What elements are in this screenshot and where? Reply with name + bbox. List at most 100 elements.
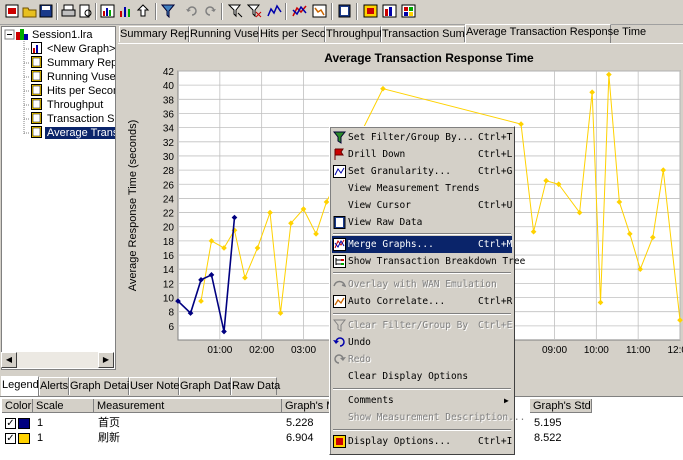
redo-icon[interactable] [202,3,218,19]
tree-item-new-graph[interactable]: <New Graph> [31,42,115,56]
menu-item-view-measurement-trends[interactable]: View Measurement Trends [332,180,512,197]
x-tick-label: 03:00 [291,345,316,356]
tab-hits-per-second[interactable]: Hits per Second [259,26,338,42]
tree-label: Average Transact [45,127,115,139]
chart-title: Average Transaction Response Time [324,51,534,65]
tree-item-summary-report[interactable]: Summary Report [31,56,115,70]
merge-graphs-icon[interactable] [291,3,307,19]
tab-average-transaction-response-time[interactable]: Average Transaction Response Time [465,24,646,43]
column-header-graph-min[interactable]: Graph's Min [282,399,330,413]
column-header-color[interactable]: Color [2,399,33,413]
rawdata-icon [333,216,346,229]
menu-item-comments[interactable]: Comments ▶ [332,392,512,409]
tab-alerts[interactable]: Alerts [39,377,69,395]
report-icon [31,56,42,68]
new-session-icon[interactable] [4,3,20,19]
menu-label: Clear Display Options [348,371,469,382]
tree-icon [333,255,346,268]
open-folder-icon[interactable] [21,3,37,19]
menu-item-clear-display-options[interactable]: Clear Display Options [332,368,512,385]
add-graph-icon[interactable] [99,3,115,19]
tab-transaction-summary[interactable]: Transaction Summary [381,26,489,42]
menu-item-undo[interactable]: Undo [332,334,512,351]
menu-item-merge-graphs[interactable]: Merge Graphs... Ctrl+M [332,236,512,253]
menu-item-show-breakdown-tree[interactable]: Show Transaction Breakdown Tree [332,253,525,270]
tree-horizontal-scrollbar[interactable]: ◀ ▶ [1,352,114,368]
y-tick-label: 24 [163,194,175,205]
menu-label: Set Filter/Group By... [348,132,474,143]
tab-user-notes[interactable]: User Notes [129,377,185,395]
tab-summary-report[interactable]: Summary Report [119,26,203,42]
menu-item-set-granularity[interactable]: Set Granularity... Ctrl+G [332,163,512,180]
report-icon[interactable] [336,3,352,19]
save-icon[interactable] [38,3,54,19]
tab-throughput[interactable]: Throughput [325,26,382,42]
overlay-icon [333,280,346,288]
menu-item-display-options[interactable]: Display Options... Ctrl+I [332,433,512,450]
tab-running-vusers[interactable]: Running Vusers [189,26,268,42]
scale-cell: 1 [37,432,44,444]
tree-item-running-vusers[interactable]: Running Vusers [31,70,115,84]
scroll-left-icon[interactable]: ◀ [1,352,17,368]
filter-icon [333,131,346,144]
tab-graph-details[interactable]: Graph Details [69,377,137,395]
scroll-right-icon[interactable]: ▶ [98,352,114,368]
tab-raw-data[interactable]: Raw Data [231,377,280,395]
graph-tabs: Summary Report Running Vusers Hits per S… [118,24,683,43]
submenu-arrow-icon: ▶ [504,396,509,405]
redo-icon [334,354,346,364]
tree-label: Transaction Summ [47,113,115,125]
tab-legend[interactable]: Legend [1,376,39,396]
tree-item-transaction-summary[interactable]: Transaction Summ [31,112,115,126]
menu-label: Clear Filter/Group By [348,320,469,331]
display-options-icon [333,435,346,448]
y-tick-label: 36 [163,109,175,120]
menu-item-view-cursor[interactable]: View Cursor Ctrl+U [332,197,512,214]
color-swatch[interactable] [18,433,30,444]
tree-item-throughput[interactable]: Throughput [31,98,105,112]
y-tick-label: 38 [163,95,175,106]
row-checkbox[interactable]: ✓ [5,433,16,444]
menu-label: View Raw Data [348,217,423,228]
set-filter-icon[interactable] [227,3,243,19]
correlate-icon[interactable] [311,3,327,19]
y-tick-label: 26 [163,180,175,191]
report-icon [31,84,42,96]
granularity-icon[interactable] [266,3,282,19]
html-report-icon[interactable] [362,3,378,19]
menu-shortcut: Ctrl+I [478,436,513,447]
export-icon[interactable] [135,3,151,19]
filter-icon[interactable] [160,3,176,19]
undo-icon[interactable] [184,3,200,19]
undo-icon [333,337,345,347]
column-header-scale[interactable]: Scale [33,399,94,413]
clear-filter-icon[interactable] [246,3,262,19]
menu-item-set-filter[interactable]: Set Filter/Group By... Ctrl+T [332,129,512,146]
report-icon [31,70,42,82]
tab-graph-data[interactable]: Graph Data [179,377,237,395]
context-menu: Set Filter/Group By... Ctrl+T Drill Down C… [329,126,525,455]
crystal-report-icon[interactable] [400,3,416,19]
menu-label: Display Options... [348,436,451,447]
menu-item-view-raw-data[interactable]: View Raw Data [332,214,512,231]
column-header-measurement[interactable]: Measurement [94,399,282,413]
tree-item-average-transaction[interactable]: Average Transact [31,126,115,140]
tree-item-hits-per-second[interactable]: Hits per Second [31,84,115,98]
y-tick-label: 22 [163,209,175,220]
menu-label: Show Transaction Breakdown Tree [348,256,526,267]
y-tick-label: 12 [163,279,175,290]
menu-item-auto-correlate[interactable]: Auto Correlate... Ctrl+R [332,293,512,310]
menu-item-drill-down[interactable]: Drill Down Ctrl+L [332,146,512,163]
clear-filter-icon [333,319,346,332]
print-preview-icon[interactable] [77,3,93,19]
column-header-graph-std[interactable]: Graph's Std... [530,399,592,413]
row-checkbox[interactable]: ✓ [5,418,16,429]
session-tree: Session1.lra <New Graph> Summary Report … [1,26,116,370]
menu-label: Overlay with WAN Emulation [348,279,497,290]
word-report-icon[interactable] [381,3,397,19]
tree-item-session[interactable]: Session1.lra [16,28,95,42]
menu-label: View Cursor [348,200,411,211]
color-swatch[interactable] [18,418,30,429]
graph-options-icon[interactable] [117,3,133,19]
print-icon[interactable] [60,3,76,19]
